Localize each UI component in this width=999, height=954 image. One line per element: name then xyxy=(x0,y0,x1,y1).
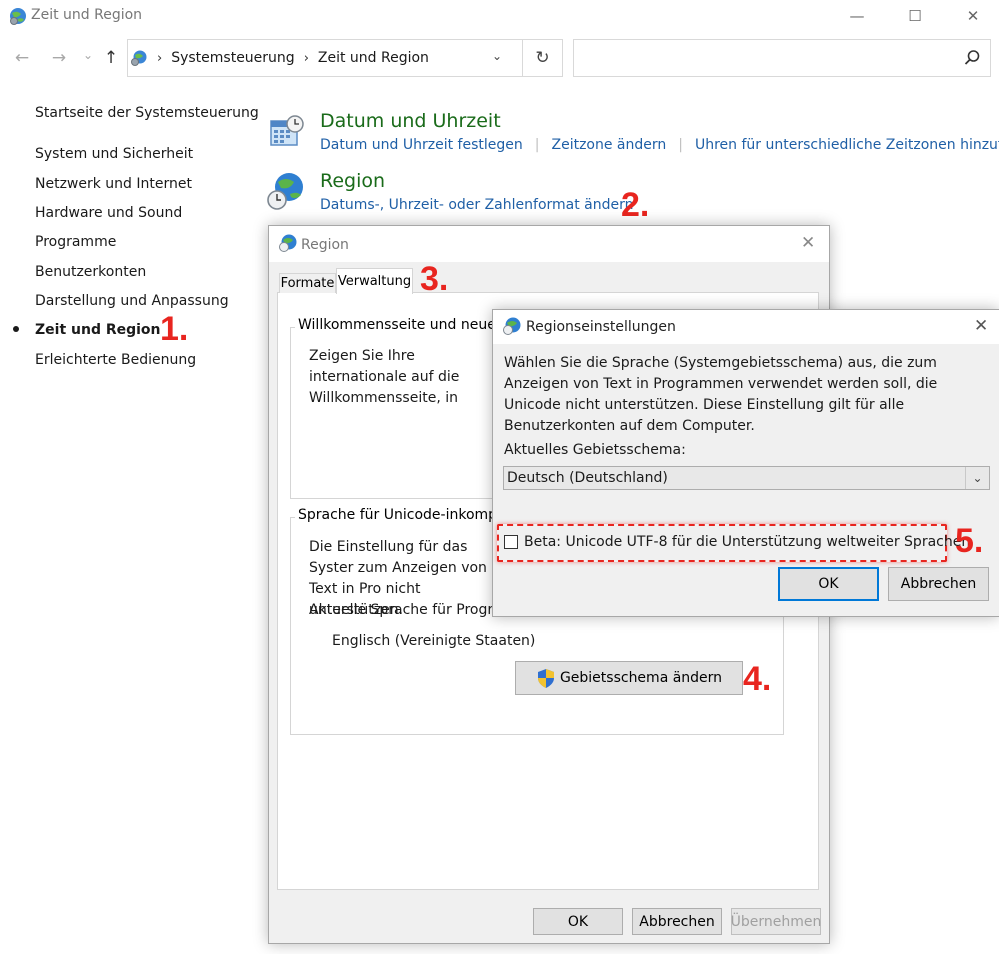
current-locale-label: Aktuelles Gebietsschema: xyxy=(504,442,686,458)
active-bullet-icon xyxy=(13,326,19,332)
utf8-checkbox-label[interactable]: Beta: Unicode UTF-8 für die Unterstützun… xyxy=(524,532,970,553)
window-title: Zeit und Region xyxy=(31,7,143,23)
nav-home-link[interactable]: Startseite der Systemsteuerung xyxy=(35,105,259,121)
refresh-icon: ↻ xyxy=(535,48,550,68)
locale-cancel-button[interactable]: Abbrechen xyxy=(888,567,989,601)
category-title-region[interactable]: Region xyxy=(320,170,385,192)
search-icon[interactable] xyxy=(962,48,982,68)
control-panel-icon xyxy=(8,6,28,26)
region-dialog-close-button[interactable]: ✕ xyxy=(801,233,815,253)
chevron-down-icon: ⌄ xyxy=(492,49,503,63)
link-separator: | xyxy=(534,137,540,153)
link-separator: | xyxy=(678,137,683,153)
recent-locations-button[interactable]: ⌄ xyxy=(77,44,99,66)
breadcrumb: › Systemsteuerung › Zeit und Region xyxy=(130,49,429,67)
locale-ok-button[interactable]: OK xyxy=(778,567,879,601)
annotation-step-2: 2. xyxy=(621,186,650,224)
unicode-language-group-label: Sprache für Unicode-inkompat xyxy=(295,507,515,523)
annotation-step-4: 4. xyxy=(743,660,772,698)
close-icon: ✕ xyxy=(974,316,989,336)
breadcrumb-separator: › xyxy=(157,50,163,66)
nav-item-erleichterte-bedienung[interactable]: Erleichterte Bedienung xyxy=(35,352,196,368)
refresh-button[interactable]: ↻ xyxy=(522,40,562,76)
nav-item-netzwerk-und-internet[interactable]: Netzwerk und Internet xyxy=(35,176,192,192)
chevron-down-icon: ⌄ xyxy=(82,48,94,62)
minimize-button[interactable]: — xyxy=(834,0,880,32)
close-icon: ✕ xyxy=(966,7,980,25)
address-dropdown-button[interactable]: ⌄ xyxy=(492,49,502,63)
back-arrow-icon: ← xyxy=(14,48,30,68)
up-button[interactable]: ↑ xyxy=(100,47,122,69)
tab-verwaltung[interactable]: Verwaltung xyxy=(336,268,413,294)
chevron-down-icon: ⌄ xyxy=(965,467,989,489)
control-panel-small-icon xyxy=(130,49,148,67)
annotation-step-3: 3. xyxy=(420,260,449,298)
locale-select-value: Deutsch (Deutschland) xyxy=(507,470,668,486)
change-locale-button[interactable]: Gebietsschema ändern xyxy=(515,661,743,695)
breadcrumb-item-systemsteuerung[interactable]: Systemsteuerung xyxy=(171,50,294,66)
close-icon: ✕ xyxy=(801,233,816,253)
breadcrumb-item-zeit-und-region[interactable]: Zeit und Region xyxy=(318,50,429,66)
calendar-clock-icon xyxy=(267,113,305,155)
maximize-button[interactable]: ☐ xyxy=(892,0,938,32)
globe-clock-icon xyxy=(266,170,306,216)
breadcrumb-separator: › xyxy=(303,50,309,66)
uac-shield-icon xyxy=(536,668,556,689)
nav-item-zeit-und-region[interactable]: Zeit und Region xyxy=(35,322,161,338)
annotation-step-5: 5. xyxy=(955,522,984,560)
current-language-label: Aktuelle Sprache für Program xyxy=(309,602,516,618)
category-title-datum-und-uhrzeit[interactable]: Datum und Uhrzeit xyxy=(320,110,501,132)
minimize-icon: — xyxy=(849,7,865,25)
link-datums-uhrzeit-zahlenformat[interactable]: Datums-, Uhrzeit- oder Zahlenformat ände… xyxy=(320,197,634,213)
locale-select[interactable]: Deutsch (Deutschland) ⌄ xyxy=(503,466,990,490)
back-button[interactable]: ← xyxy=(11,47,33,69)
nav-item-programme[interactable]: Programme xyxy=(35,234,116,250)
region-dialog-titlebar xyxy=(269,226,829,262)
tab-formate[interactable]: Formate xyxy=(279,273,336,293)
region-dialog-title: Region xyxy=(301,237,349,253)
up-arrow-icon: ↑ xyxy=(103,48,119,68)
link-zeitzone-aendern[interactable]: Zeitzone ändern xyxy=(551,137,666,153)
welcome-screen-group-label: Willkommensseite und neue B xyxy=(295,317,513,333)
region-cancel-button[interactable]: Abbrechen xyxy=(632,908,722,935)
close-button[interactable]: ✕ xyxy=(950,0,996,32)
locale-settings-close-button[interactable]: ✕ xyxy=(974,316,988,336)
utf8-checkbox[interactable] xyxy=(504,535,518,549)
link-uhren-hinzufuegen[interactable]: Uhren für unterschiedliche Zeitzonen hin… xyxy=(695,137,999,153)
maximize-icon: ☐ xyxy=(908,7,922,25)
link-datum-und-uhrzeit-festlegen[interactable]: Datum und Uhrzeit festlegen xyxy=(320,137,523,153)
locale-settings-description: Wählen Sie die Sprache (Systemgebietssch… xyxy=(504,355,938,434)
locale-settings-title: Regionseinstellungen xyxy=(526,319,676,335)
datetime-links: Datum und Uhrzeit festlegen | Zeitzone ä… xyxy=(320,137,999,153)
forward-arrow-icon: → xyxy=(51,48,67,68)
current-language-value: Englisch (Vereinigte Staaten) xyxy=(332,633,536,649)
nav-item-hardware-und-sound[interactable]: Hardware und Sound xyxy=(35,205,182,221)
nav-item-benutzerkonten[interactable]: Benutzerkonten xyxy=(35,264,146,280)
welcome-screen-description: Zeigen Sie Ihre internationale auf die W… xyxy=(309,348,460,406)
region-ok-button[interactable]: OK xyxy=(533,908,623,935)
region-dialog-icon xyxy=(278,233,298,257)
nav-item-darstellung-und-anpassung[interactable]: Darstellung und Anpassung xyxy=(35,293,229,309)
forward-button[interactable]: → xyxy=(48,47,70,69)
region-apply-button[interactable]: Übernehmen xyxy=(731,908,821,935)
annotation-step-1: 1. xyxy=(160,310,189,348)
nav-item-system-und-sicherheit[interactable]: System und Sicherheit xyxy=(35,146,193,162)
search-input[interactable] xyxy=(573,39,991,77)
locale-settings-icon xyxy=(502,316,522,340)
